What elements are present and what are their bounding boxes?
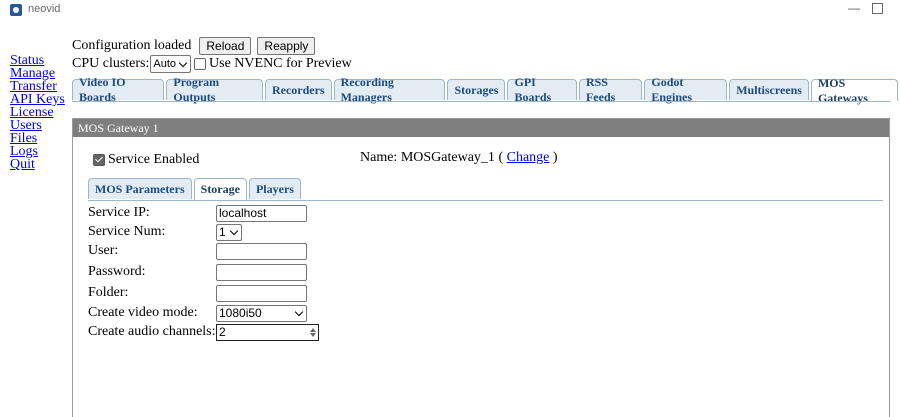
service-ip-input[interactable]: localhost xyxy=(216,204,307,222)
gateway-name-row: Name: MOSGateway_1 ( Change ) xyxy=(360,150,558,166)
password-input[interactable] xyxy=(216,263,307,281)
password-label: Password: xyxy=(88,264,146,279)
nvenc-label: Use NVENC for Preview xyxy=(209,56,352,71)
folder-row: Folder: xyxy=(88,283,388,303)
change-name-link[interactable]: Change xyxy=(507,150,550,165)
app-title: neovid xyxy=(28,3,61,15)
gateway-panel: MOS Gateway 1 Service Enabled Name: MOSG… xyxy=(72,118,890,417)
audio-channels-value: 2 xyxy=(219,325,226,339)
title-bar: neovid — xyxy=(0,0,900,22)
audio-channels-input[interactable]: 2 xyxy=(216,323,319,341)
tab-rss-feeds[interactable]: RSS Feeds xyxy=(578,75,643,104)
cpu-row: CPU clusters: Auto Use NVENC for Preview xyxy=(72,55,352,73)
tab-storages[interactable]: Storages xyxy=(447,79,506,100)
video-mode-label: Create video mode: xyxy=(88,305,198,320)
user-input[interactable] xyxy=(216,242,307,260)
minimize-button[interactable]: — xyxy=(845,1,863,17)
user-label: User: xyxy=(88,243,119,258)
side-nav: Status Manage Transfer API Keys License … xyxy=(10,54,70,172)
audio-channels-label: Create audio channels: xyxy=(88,324,216,339)
nav-quit-link[interactable]: Quit xyxy=(10,158,70,172)
tab-recording-managers[interactable]: Recording Managers xyxy=(333,75,446,104)
app-icon xyxy=(10,4,22,16)
chevron-down-icon xyxy=(178,58,188,67)
service-num-select[interactable]: 1 xyxy=(216,223,242,241)
gateway-subtabs: MOS Parameters Storage Players xyxy=(88,178,303,200)
name-label: Name: xyxy=(360,150,398,165)
service-num-row: Service Num: 1 xyxy=(88,222,388,242)
user-row: User: xyxy=(88,241,388,261)
audio-channels-row: Create audio channels: 2 xyxy=(88,322,388,342)
folder-label: Folder: xyxy=(88,285,129,300)
cpu-clusters-label: CPU clusters: xyxy=(72,56,150,71)
chevron-down-icon xyxy=(294,307,304,316)
config-status-row: Configuration loaded Reload Reapply xyxy=(72,37,316,55)
cpu-clusters-value: Auto xyxy=(153,58,177,70)
service-enabled-label: Service Enabled xyxy=(108,152,200,167)
tab-divider xyxy=(72,101,890,102)
service-ip-row: Service IP: localhost xyxy=(88,203,388,223)
paren-close: ) xyxy=(552,150,558,165)
video-mode-row: Create video mode: 1080i50 xyxy=(88,303,388,323)
tab-gpi-boards[interactable]: GPI Boards xyxy=(507,75,577,104)
gateway-panel-title: MOS Gateway 1 xyxy=(73,119,889,137)
reload-button[interactable]: Reload xyxy=(199,37,252,55)
reapply-button[interactable]: Reapply xyxy=(257,37,316,55)
subtab-divider xyxy=(88,200,883,201)
tab-godot-engines[interactable]: Godot Engines xyxy=(644,75,728,104)
tab-program-outputs[interactable]: Program Outputs xyxy=(166,75,263,104)
tab-storage[interactable]: Storage xyxy=(193,178,247,200)
tab-video-io-boards[interactable]: Video IO Boards xyxy=(72,75,165,104)
video-mode-value: 1080i50 xyxy=(219,306,262,320)
video-mode-select[interactable]: 1080i50 xyxy=(216,304,307,322)
service-enabled-checkbox[interactable] xyxy=(93,154,105,166)
password-row: Password: xyxy=(88,262,388,282)
tab-mos-parameters[interactable]: MOS Parameters xyxy=(88,178,192,199)
tab-recorders[interactable]: Recorders xyxy=(264,79,332,100)
folder-input[interactable] xyxy=(216,284,307,302)
nvenc-checkbox[interactable] xyxy=(194,58,207,70)
name-value: MOSGateway_1 xyxy=(400,150,495,165)
tab-mos-gateways[interactable]: MOS Gateways xyxy=(810,76,898,105)
service-num-label: Service Num: xyxy=(88,224,166,239)
main-tabs: Video IO Boards Program Outputs Recorder… xyxy=(72,75,900,105)
config-status-text: Configuration loaded xyxy=(72,38,192,53)
service-num-value: 1 xyxy=(219,225,226,239)
maximize-button[interactable] xyxy=(872,3,883,14)
cpu-clusters-select[interactable]: Auto xyxy=(150,55,192,73)
chevron-down-icon xyxy=(229,226,239,235)
service-enabled-row: Service Enabled xyxy=(90,152,199,168)
service-ip-label: Service IP: xyxy=(88,205,150,220)
tab-players[interactable]: Players xyxy=(248,178,301,199)
paren-open: ( xyxy=(498,150,504,165)
spinner-icon[interactable] xyxy=(310,327,316,337)
tab-multiscreens[interactable]: Multiscreens xyxy=(729,79,809,100)
